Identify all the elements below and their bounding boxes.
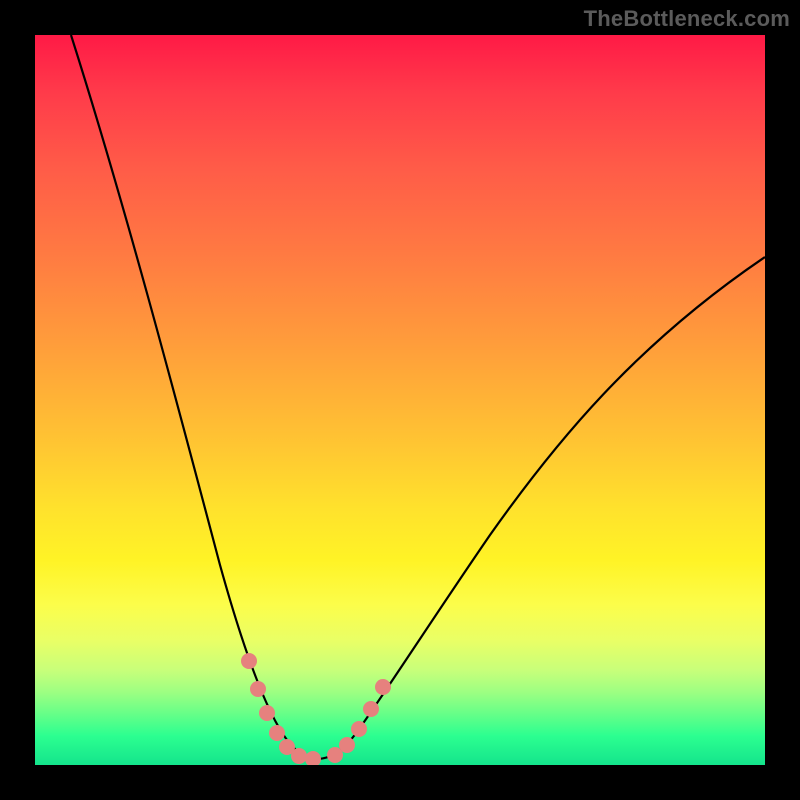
watermark-label: TheBottleneck.com [584,6,790,32]
right-well-markers [327,679,391,763]
curve-path [71,35,765,759]
chart-frame: TheBottleneck.com [0,0,800,800]
plot-area [35,35,765,765]
bottleneck-curve [35,35,765,765]
